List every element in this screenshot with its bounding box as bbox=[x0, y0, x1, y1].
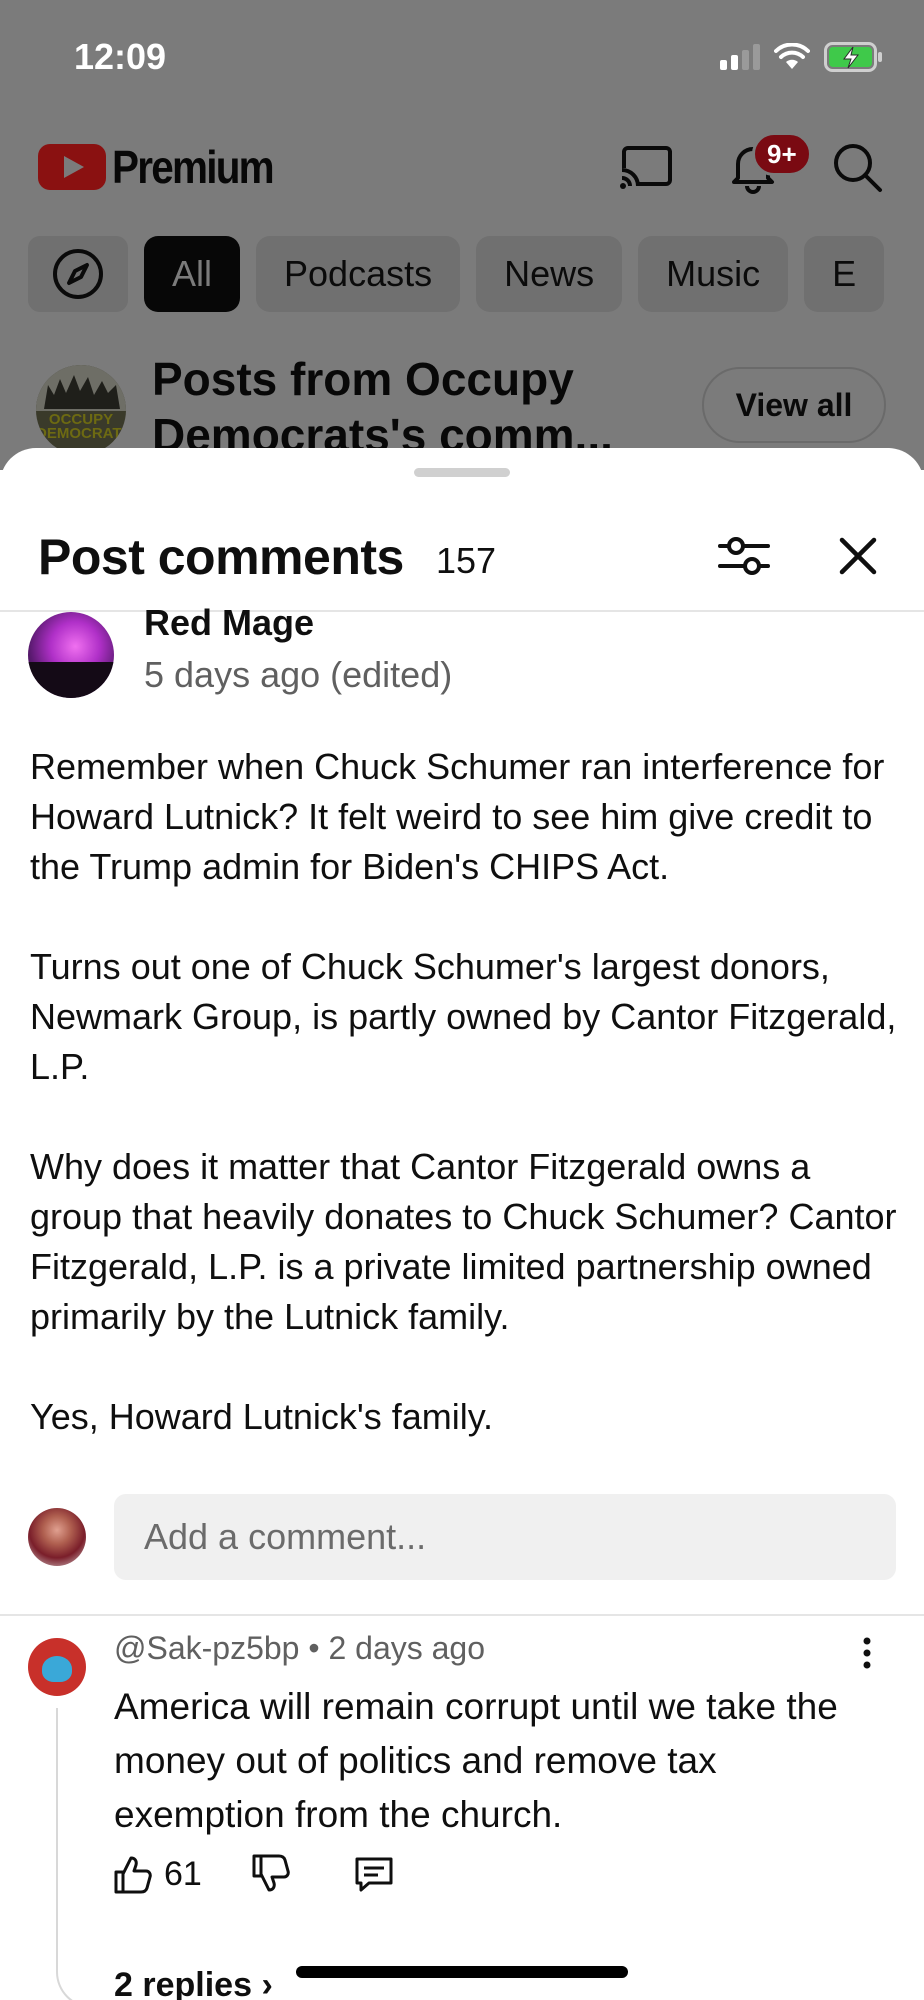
background-app: 12:09 Premium 9+ All Podcasts News Music… bbox=[0, 0, 924, 470]
dislike-icon[interactable] bbox=[248, 1852, 292, 1896]
youtube-play-icon bbox=[38, 144, 106, 190]
battery-charging-icon bbox=[824, 42, 882, 72]
comments-sheet: Post comments 157 Red Mage 5 days ago (e… bbox=[0, 448, 924, 2000]
replies-label: 2 replies bbox=[114, 1966, 252, 2000]
post-paragraph: Turns out one of Chuck Schumer's largest… bbox=[30, 946, 897, 1087]
screen: 12:09 Premium 9+ All Podcasts News Music… bbox=[0, 0, 924, 2000]
post-paragraph: Remember when Chuck Schumer ran interfer… bbox=[30, 746, 885, 887]
status-icons bbox=[720, 42, 884, 72]
add-comment-row bbox=[0, 1486, 924, 1616]
post-author-avatar[interactable] bbox=[28, 612, 114, 698]
channel-avatar[interactable]: OCCUPY DEMOCRATS bbox=[36, 365, 126, 455]
cast-icon[interactable] bbox=[618, 138, 676, 196]
like-count: 61 bbox=[164, 1854, 202, 1893]
posts-title[interactable]: Posts from Occupy Democrats's comm... bbox=[152, 351, 672, 463]
add-comment-input[interactable] bbox=[114, 1494, 896, 1580]
close-icon[interactable] bbox=[828, 526, 888, 586]
comment-item: @Sak-pz5bp • 2 days ago America will rem… bbox=[0, 1618, 924, 2000]
chip-music[interactable]: Music bbox=[638, 236, 789, 312]
compass-icon bbox=[53, 249, 103, 299]
meta-separator: • bbox=[308, 1630, 320, 1666]
chip-news[interactable]: News bbox=[476, 236, 623, 312]
explore-chip[interactable] bbox=[28, 236, 128, 312]
chip-podcasts[interactable]: Podcasts bbox=[256, 236, 461, 312]
reply-icon[interactable] bbox=[352, 1852, 396, 1896]
post-body: Remember when Chuck Schumer ran interfer… bbox=[30, 742, 900, 1442]
logo-text: Premium bbox=[112, 141, 275, 193]
chip-all[interactable]: All bbox=[144, 236, 241, 312]
post-author[interactable]: Red Mage bbox=[144, 602, 314, 644]
chevron-right-icon: › bbox=[261, 1966, 273, 2000]
community-posts-row: OCCUPY DEMOCRATS Posts from Occupy Democ… bbox=[0, 345, 924, 461]
post-timestamp: 5 days ago (edited) bbox=[144, 654, 453, 695]
status-time: 12:09 bbox=[74, 36, 167, 77]
filter-chips: All Podcasts News Music E bbox=[28, 236, 885, 314]
comment-count: 157 bbox=[436, 540, 497, 581]
channel-avatar-text: OCCUPY DEMOCRATS bbox=[36, 411, 126, 442]
replies-toggle[interactable]: 2 replies › bbox=[114, 1966, 273, 2000]
more-options-icon[interactable] bbox=[852, 1628, 882, 1678]
youtube-premium-logo[interactable]: Premium bbox=[38, 140, 295, 194]
notification-badge: 9+ bbox=[752, 132, 812, 176]
status-bar: 12:09 bbox=[0, 0, 924, 110]
thread-line bbox=[56, 1708, 96, 2000]
signal-icon bbox=[720, 44, 760, 70]
commenter-handle[interactable]: @Sak-pz5bp bbox=[114, 1630, 299, 1666]
view-all-button[interactable]: View all bbox=[702, 367, 886, 443]
like-icon[interactable] bbox=[110, 1852, 154, 1896]
chip-truncated[interactable]: E bbox=[804, 236, 885, 312]
comment-timestamp: 2 days ago bbox=[328, 1630, 486, 1666]
home-indicator bbox=[296, 1966, 628, 1978]
commenter-avatar[interactable] bbox=[28, 1638, 86, 1696]
current-user-avatar bbox=[28, 1508, 86, 1566]
wifi-icon bbox=[774, 43, 810, 69]
filter-icon[interactable] bbox=[714, 526, 774, 586]
post-paragraph: Yes, Howard Lutnick's family. bbox=[30, 1396, 494, 1437]
post-paragraph: Why does it matter that Cantor Fitzgeral… bbox=[30, 1146, 897, 1337]
search-icon[interactable] bbox=[828, 138, 886, 196]
drag-handle[interactable] bbox=[414, 468, 510, 477]
crowd-graphic bbox=[36, 365, 126, 411]
sheet-title: Post comments bbox=[38, 529, 404, 585]
comment-actions: 61 bbox=[110, 1844, 396, 1904]
sheet-header: Post comments 157 bbox=[0, 500, 924, 612]
comment-text: America will remain corrupt until we tak… bbox=[114, 1686, 838, 1835]
comment-meta: @Sak-pz5bp • 2 days ago bbox=[114, 1630, 485, 1667]
